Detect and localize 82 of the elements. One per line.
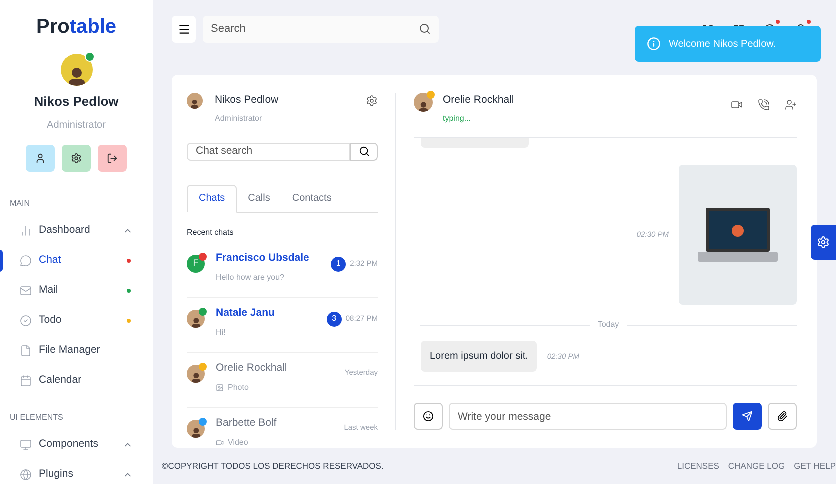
unread-count: 3 [326, 312, 342, 326]
section-heading: MAIN [10, 198, 30, 208]
mail-icon [20, 284, 32, 296]
search-icon [419, 22, 431, 34]
menu-button[interactable] [172, 16, 196, 42]
video-icon [216, 439, 224, 448]
globe-icon [20, 468, 32, 480]
footer-link[interactable]: GET HELP [794, 460, 836, 472]
image-icon [216, 384, 224, 392]
settings-icon[interactable] [366, 95, 378, 107]
logout-icon [107, 152, 118, 164]
avatar [187, 420, 205, 438]
user-name: Nikos Pedlow [34, 93, 119, 111]
nav-item[interactable]: Components [0, 430, 153, 460]
nav-item[interactable]: Dashboard [0, 216, 153, 246]
message-preview: Video [228, 437, 248, 448]
info-icon [647, 37, 661, 51]
user-role: Administrator [215, 112, 264, 125]
footer-link[interactable]: CHANGE LOG [728, 460, 786, 472]
file-icon [20, 344, 32, 356]
check-icon [20, 314, 32, 326]
search-icon [358, 146, 370, 158]
settings-button[interactable] [811, 225, 836, 260]
tab[interactable]: Contacts [281, 184, 343, 212]
video-call-icon[interactable] [731, 99, 743, 111]
paperclip-icon [777, 411, 788, 422]
message-preview: Photo [228, 382, 249, 394]
settings-icon [71, 152, 82, 164]
nav-item[interactable]: Mail [0, 276, 153, 306]
chart-icon [20, 224, 32, 236]
toast-message: Welcome Nikos Pedlow. [669, 38, 776, 52]
profile-icon [35, 152, 46, 164]
contact-name: Orelie Rockhall [216, 360, 288, 376]
section-heading: UI ELEMENTS [10, 412, 64, 422]
calendar-icon [20, 374, 32, 386]
profile-button[interactable] [26, 144, 55, 172]
logout-button[interactable] [98, 144, 127, 172]
avatar [187, 310, 205, 328]
avatar [187, 93, 203, 109]
section-heading: Recent chats [187, 228, 234, 236]
settings-button[interactable] [62, 144, 91, 172]
nav-item[interactable]: Calendar [0, 366, 153, 396]
message-preview: Hi! [216, 327, 226, 340]
tab[interactable]: Chats [187, 184, 238, 212]
search-button[interactable] [350, 142, 378, 160]
settings-icon [817, 236, 830, 249]
nav-item[interactable]: File Manager [0, 336, 153, 366]
avatar [414, 93, 433, 112]
user-name: Nikos Pedlow [215, 93, 280, 108]
avatar [187, 364, 205, 382]
unread-count: 1 [331, 256, 346, 272]
contact-name: Barbette Bolf [216, 416, 278, 430]
chat-icon [20, 254, 32, 266]
contact-name: Orelie Rockhall [443, 93, 516, 108]
send-button[interactable] [733, 403, 762, 430]
menu-icon [178, 22, 190, 36]
phone-icon[interactable] [758, 99, 770, 111]
attach-button[interactable] [768, 403, 797, 430]
monitor-icon [20, 438, 32, 450]
send-icon [742, 411, 753, 422]
avatar [60, 54, 92, 86]
typing-status: typing... [443, 112, 472, 125]
message-input[interactable]: Write your message [449, 403, 727, 430]
message-preview: Hello how are you? [216, 272, 284, 284]
emoji-button[interactable] [414, 403, 443, 430]
avatar: F [187, 254, 205, 272]
nav-item[interactable]: Chat [0, 246, 153, 276]
smiley-icon [423, 411, 434, 422]
chat-search-field[interactable]: Chat search [187, 142, 350, 160]
footer-link[interactable]: LICENSES [677, 460, 720, 472]
brand-logo[interactable]: Protable [36, 12, 117, 42]
add-user-icon[interactable] [785, 99, 797, 111]
copyright-text: ©COPYRIGHT TODOS LOS DERECHOS RESERVADOS. [162, 460, 385, 472]
message-bubble: Lorem ipsum dolor sit. [421, 341, 538, 372]
tab[interactable]: Calls [237, 184, 282, 212]
nav-item[interactable]: Todo [0, 306, 153, 336]
contact-name: Natale Janu [216, 306, 276, 320]
nav-item[interactable]: Plugins [0, 460, 153, 484]
date-divider: Today [598, 319, 620, 331]
contact-name: Francisco Ubsdale [216, 250, 310, 266]
user-role: Administrator [47, 118, 106, 132]
search-field[interactable]: Search [203, 16, 439, 42]
